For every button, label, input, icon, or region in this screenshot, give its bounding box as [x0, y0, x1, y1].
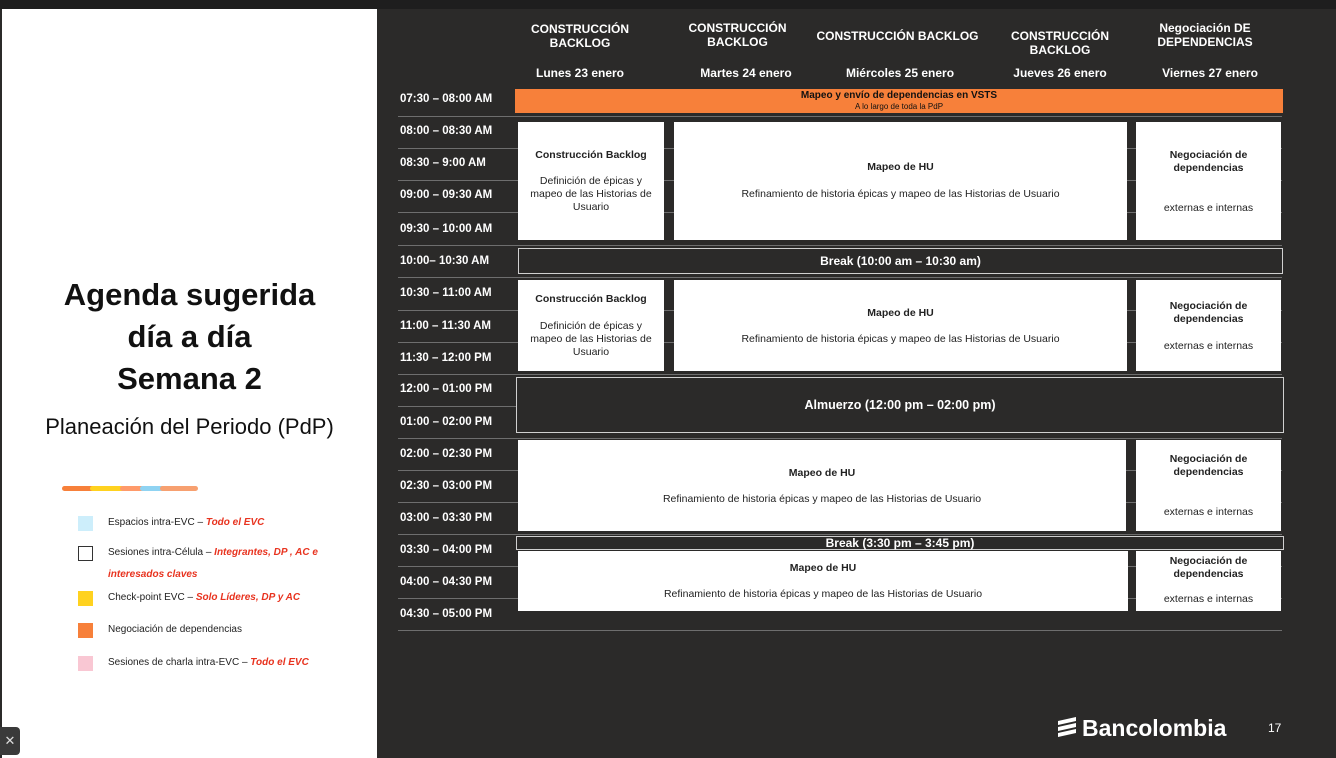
time-label: 11:30 – 12:00 PM [400, 352, 492, 364]
slide-title-line-3: Semana 2 [117, 361, 262, 396]
time-label: 04:30 – 05:00 PM [400, 608, 493, 620]
time-label: 08:00 – 08:30 AM [400, 125, 493, 137]
event-description: Definición de épicas y mapeo de las Hist… [530, 320, 652, 358]
event-title: Mapeo de HU [788, 467, 856, 479]
slide-title-line-1: Agenda sugerida [63, 277, 316, 312]
event-negociacion-morning[interactable]: Negociación de dependencias externas e i… [1136, 122, 1281, 240]
time-label: 03:00 – 03:30 PM [400, 512, 493, 524]
legend-swatch-white [78, 546, 93, 561]
time-label: 02:30 – 03:00 PM [400, 480, 493, 492]
event-negociacion-late-afternoon[interactable]: Negociación de dependencias externas e i… [1136, 551, 1281, 611]
time-label: 10:30 – 11:00 AM [400, 287, 492, 299]
bancolombia-logo: Bancolombia [1056, 713, 1226, 745]
slide-subtitle: Planeación del Periodo (PdP) [45, 414, 334, 439]
time-label: 09:30 – 10:00 AM [400, 223, 493, 235]
event-backlog-late-morning[interactable]: Construcción Backlog Definición de épica… [518, 280, 664, 371]
event-vsts-note: A lo largo de toda la PdP [854, 102, 944, 111]
legend-swatch-orange [78, 623, 93, 638]
microphone-off-icon: ✕ [4, 733, 16, 748]
legend-swatch-pink [78, 656, 93, 671]
column-heading-2: CONSTRUCCIÓN BACKLOG [688, 21, 787, 49]
day-heading-2: Martes 24 enero [700, 66, 792, 80]
legend-item-2: Sesiones intra-Célula – Integrantes, DP … [108, 547, 318, 580]
event-description: externas e internas [1163, 202, 1254, 214]
time-label: 11:00 – 11:30 AM [400, 320, 491, 332]
event-title: Negociación de dependencias [1169, 453, 1248, 478]
day-heading-1: Lunes 23 enero [535, 66, 625, 80]
event-backlog-morning[interactable]: Construcción Backlog Definición de épica… [518, 122, 664, 240]
event-title: Mapeo de HU [867, 307, 934, 319]
event-title: Negociación de dependencias [1169, 300, 1248, 325]
time-label: 01:00 – 02:00 PM [400, 416, 493, 428]
legend-item-3: Check-point EVC – Solo Líderes, DP y AC [108, 592, 301, 603]
event-description: Definición de épicas y mapeo de las Hist… [530, 175, 652, 213]
event-title: Negociación de dependencias [1169, 149, 1248, 174]
event-mapeo-hu-late-afternoon[interactable]: Mapeo de HU Refinamiento de historia épi… [518, 551, 1128, 611]
event-negociacion-late-morning[interactable]: Negociación de dependencias externas e i… [1136, 280, 1281, 371]
event-title: Mapeo de HU [789, 562, 857, 574]
event-break-pm[interactable]: Break (3:30 pm – 3:45 pm) [516, 536, 1284, 550]
event-vsts-dependencies[interactable]: Mapeo y envío de dependencias en VSTS A … [515, 89, 1283, 113]
event-mapeo-hu-late-morning[interactable]: Mapeo de HU Refinamiento de historia épi… [674, 280, 1127, 371]
legend-swatch-yellow [78, 591, 93, 606]
time-label: 10:00– 10:30 AM [400, 255, 490, 267]
event-description: externas e internas [1163, 506, 1254, 518]
event-title: Construcción Backlog [535, 149, 647, 161]
event-description: Refinamiento de historia épicas y mapeo … [662, 493, 982, 505]
event-description: externas e internas [1163, 340, 1254, 352]
top-strip [0, 0, 1336, 9]
bancolombia-mark-icon [1056, 715, 1078, 745]
event-title: Mapeo de HU [867, 161, 934, 173]
day-heading-3: Miércoles 25 enero [845, 66, 955, 80]
event-negociacion-afternoon[interactable]: Negociación de dependencias externas e i… [1136, 440, 1281, 531]
event-description: externas e internas [1163, 593, 1254, 605]
event-break-am[interactable]: Break (10:00 am – 10:30 am) [518, 248, 1283, 274]
time-label: 12:00 – 01:00 PM [400, 383, 493, 395]
day-heading-4: Jueves 26 enero [1013, 66, 1107, 80]
event-vsts-title: Mapeo y envío de dependencias en VSTS [800, 90, 998, 101]
event-mapeo-hu-afternoon[interactable]: Mapeo de HU Refinamiento de historia épi… [518, 440, 1126, 531]
event-description: Refinamiento de historia épicas y mapeo … [741, 188, 1060, 200]
page-number: 17 [1268, 721, 1282, 735]
brand-name: Bancolombia [1082, 715, 1227, 741]
day-heading-5: Viernes 27 enero [1162, 66, 1258, 80]
time-label: 08:30 – 9:00 AM [400, 157, 486, 169]
event-title: Negociación de dependencias [1169, 555, 1248, 580]
event-title: Construcción Backlog [535, 293, 647, 305]
legend-item-5: Sesiones de charla intra-EVC – Todo el E… [108, 657, 309, 668]
legend-item-4: Negociación de dependencias [108, 624, 242, 635]
column-heading-3: CONSTRUCCIÓN BACKLOG [816, 29, 979, 43]
column-heading-4: CONSTRUCCIÓN BACKLOG [1011, 29, 1109, 57]
time-label: 07:30 – 08:00 AM [400, 93, 493, 105]
time-label: 02:00 – 02:30 PM [400, 448, 493, 460]
event-lunch[interactable]: Almuerzo (12:00 pm – 02:00 pm) [516, 377, 1284, 433]
event-mapeo-hu-morning[interactable]: Mapeo de HU Refinamiento de historia épi… [674, 122, 1127, 240]
column-heading-5: Negociación DE DEPENDENCIAS [1157, 21, 1253, 49]
mute-microphone-button[interactable]: ✕ [0, 727, 20, 755]
slide-title-line-2: día a día [127, 319, 252, 354]
time-label: 03:30 – 04:00 PM [400, 544, 493, 556]
column-heading-1: CONSTRUCCIÓN BACKLOG [531, 22, 629, 50]
legend-swatch-blue [78, 516, 93, 531]
left-panel: Agenda sugerida día a día Semana 2 Plane… [2, 9, 377, 758]
time-label: 09:00 – 09:30 AM [400, 189, 493, 201]
event-description: Refinamiento de historia épicas y mapeo … [663, 588, 983, 600]
time-label: 04:00 – 04:30 PM [400, 576, 493, 588]
legend-item-1: Espacios intra-EVC – Todo el EVC [108, 517, 265, 528]
event-description: Refinamiento de historia épicas y mapeo … [741, 333, 1060, 345]
